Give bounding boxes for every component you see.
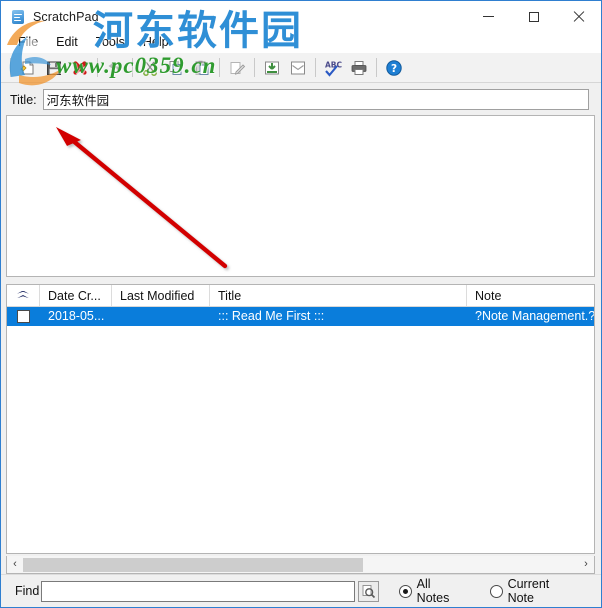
title-field-row: Title: xyxy=(1,85,601,114)
new-note-button[interactable] xyxy=(16,56,40,80)
minimize-icon xyxy=(483,16,494,17)
delete-button[interactable] xyxy=(68,56,92,80)
window-controls xyxy=(466,1,601,32)
column-header-last-modified[interactable]: Last Modified xyxy=(112,285,210,306)
radio-all-notes[interactable]: All Notes xyxy=(398,577,464,605)
minimize-button[interactable] xyxy=(466,1,511,32)
print-button[interactable] xyxy=(347,56,371,80)
radio-current-note-label: Current Note xyxy=(507,577,550,605)
note-list-header: Date Cr... Last Modified Title Note xyxy=(7,285,594,307)
toolbar-separator xyxy=(10,58,11,77)
title-bar: ScratchPad xyxy=(1,1,601,32)
svg-text:?: ? xyxy=(391,63,397,75)
copy-button[interactable] xyxy=(164,56,188,80)
pencil-edit-icon xyxy=(230,61,246,75)
toolbar: ABC ? xyxy=(1,53,601,83)
note-editor-textarea[interactable] xyxy=(7,116,594,276)
paste-clipboard-icon xyxy=(195,60,209,75)
cell-title: ::: Read Me First ::: xyxy=(218,309,325,323)
menu-bar: File Edit Tools Help xyxy=(1,32,601,53)
radio-current-note[interactable]: Current Note xyxy=(489,577,575,605)
radio-all-notes-indicator[interactable] xyxy=(398,584,412,598)
cell-note: ?Note Management.?P xyxy=(475,309,594,323)
scratchpad-window: ScratchPad File Edit Tools Help ABC ? Ti… xyxy=(0,0,602,608)
help-question-icon: ? xyxy=(386,59,402,76)
copy-pages-icon xyxy=(169,60,182,75)
note-list: Date Cr... Last Modified Title Note 2018… xyxy=(6,284,595,554)
new-document-icon xyxy=(20,61,34,74)
horizontal-scrollbar[interactable]: ‹ › xyxy=(6,556,595,574)
column-header-note[interactable]: Note xyxy=(467,285,594,306)
chevron-up-icon xyxy=(16,290,30,302)
scroll-left-arrow-icon[interactable]: ‹ xyxy=(7,557,23,573)
title-field-label: Title: xyxy=(10,92,37,107)
column-header-sort[interactable] xyxy=(7,285,40,306)
toolbar-separator xyxy=(97,58,98,77)
import-down-icon xyxy=(265,61,279,74)
column-header-title[interactable]: Title xyxy=(210,285,467,306)
note-editor-panel xyxy=(6,115,595,277)
import-button[interactable] xyxy=(260,56,284,80)
toolbar-separator xyxy=(219,58,220,77)
title-input[interactable] xyxy=(42,89,589,110)
spellcheck-button[interactable]: ABC xyxy=(321,56,345,80)
find-input[interactable] xyxy=(41,580,356,602)
menu-item-file[interactable]: File xyxy=(9,33,47,52)
scrollbar-thumb[interactable] xyxy=(23,557,363,572)
svg-text:ABC: ABC xyxy=(325,60,343,69)
row-checkbox[interactable] xyxy=(17,310,30,323)
email-button[interactable] xyxy=(286,56,310,80)
table-row[interactable]: 2018-05... ::: Read Me First ::: ?Note M… xyxy=(7,307,594,326)
radio-current-note-indicator[interactable] xyxy=(489,584,503,598)
scissors-icon xyxy=(143,61,157,76)
toolbar-separator xyxy=(132,58,133,77)
edit-button[interactable] xyxy=(225,56,249,80)
close-button[interactable] xyxy=(556,1,601,32)
envelope-icon xyxy=(291,61,305,74)
radio-all-notes-label: All Notes xyxy=(416,577,450,605)
panel-splitter[interactable] xyxy=(1,278,601,283)
cell-last-modified xyxy=(112,307,210,326)
scratchpad-icon xyxy=(10,9,26,25)
abc-spellcheck-icon: ABC xyxy=(325,60,343,77)
menu-item-tools[interactable]: Tools xyxy=(87,33,134,52)
cell-date-created: 2018-05... xyxy=(48,309,105,323)
menu-item-help[interactable]: Help xyxy=(134,33,178,52)
find-search-button[interactable] xyxy=(358,580,379,602)
menu-item-edit[interactable]: Edit xyxy=(47,33,87,52)
toolbar-separator xyxy=(254,58,255,77)
maximize-button[interactable] xyxy=(511,1,556,32)
search-magnifier-icon xyxy=(362,584,376,598)
column-header-date-created[interactable]: Date Cr... xyxy=(40,285,112,306)
find-label: Find xyxy=(15,584,40,598)
cut-button[interactable] xyxy=(138,56,162,80)
maximize-icon xyxy=(528,11,539,22)
scrollbar-track[interactable] xyxy=(23,557,578,573)
save-disk-icon xyxy=(47,61,61,75)
find-scope-group: All Notes Current Note xyxy=(398,577,601,605)
undo-button[interactable] xyxy=(103,56,127,80)
close-icon xyxy=(573,11,585,23)
delete-x-icon xyxy=(73,60,87,75)
undo-arrow-icon xyxy=(108,62,121,72)
save-button[interactable] xyxy=(42,56,66,80)
scroll-right-arrow-icon[interactable]: › xyxy=(578,557,594,573)
toolbar-separator xyxy=(376,58,377,77)
printer-icon xyxy=(351,60,367,75)
help-button[interactable]: ? xyxy=(382,56,406,80)
toolbar-separator xyxy=(315,58,316,77)
find-bar: Find All Notes Current Note xyxy=(1,574,601,607)
row-checkbox-cell[interactable] xyxy=(7,307,40,326)
paste-button[interactable] xyxy=(190,56,214,80)
window-title: ScratchPad xyxy=(33,9,99,24)
